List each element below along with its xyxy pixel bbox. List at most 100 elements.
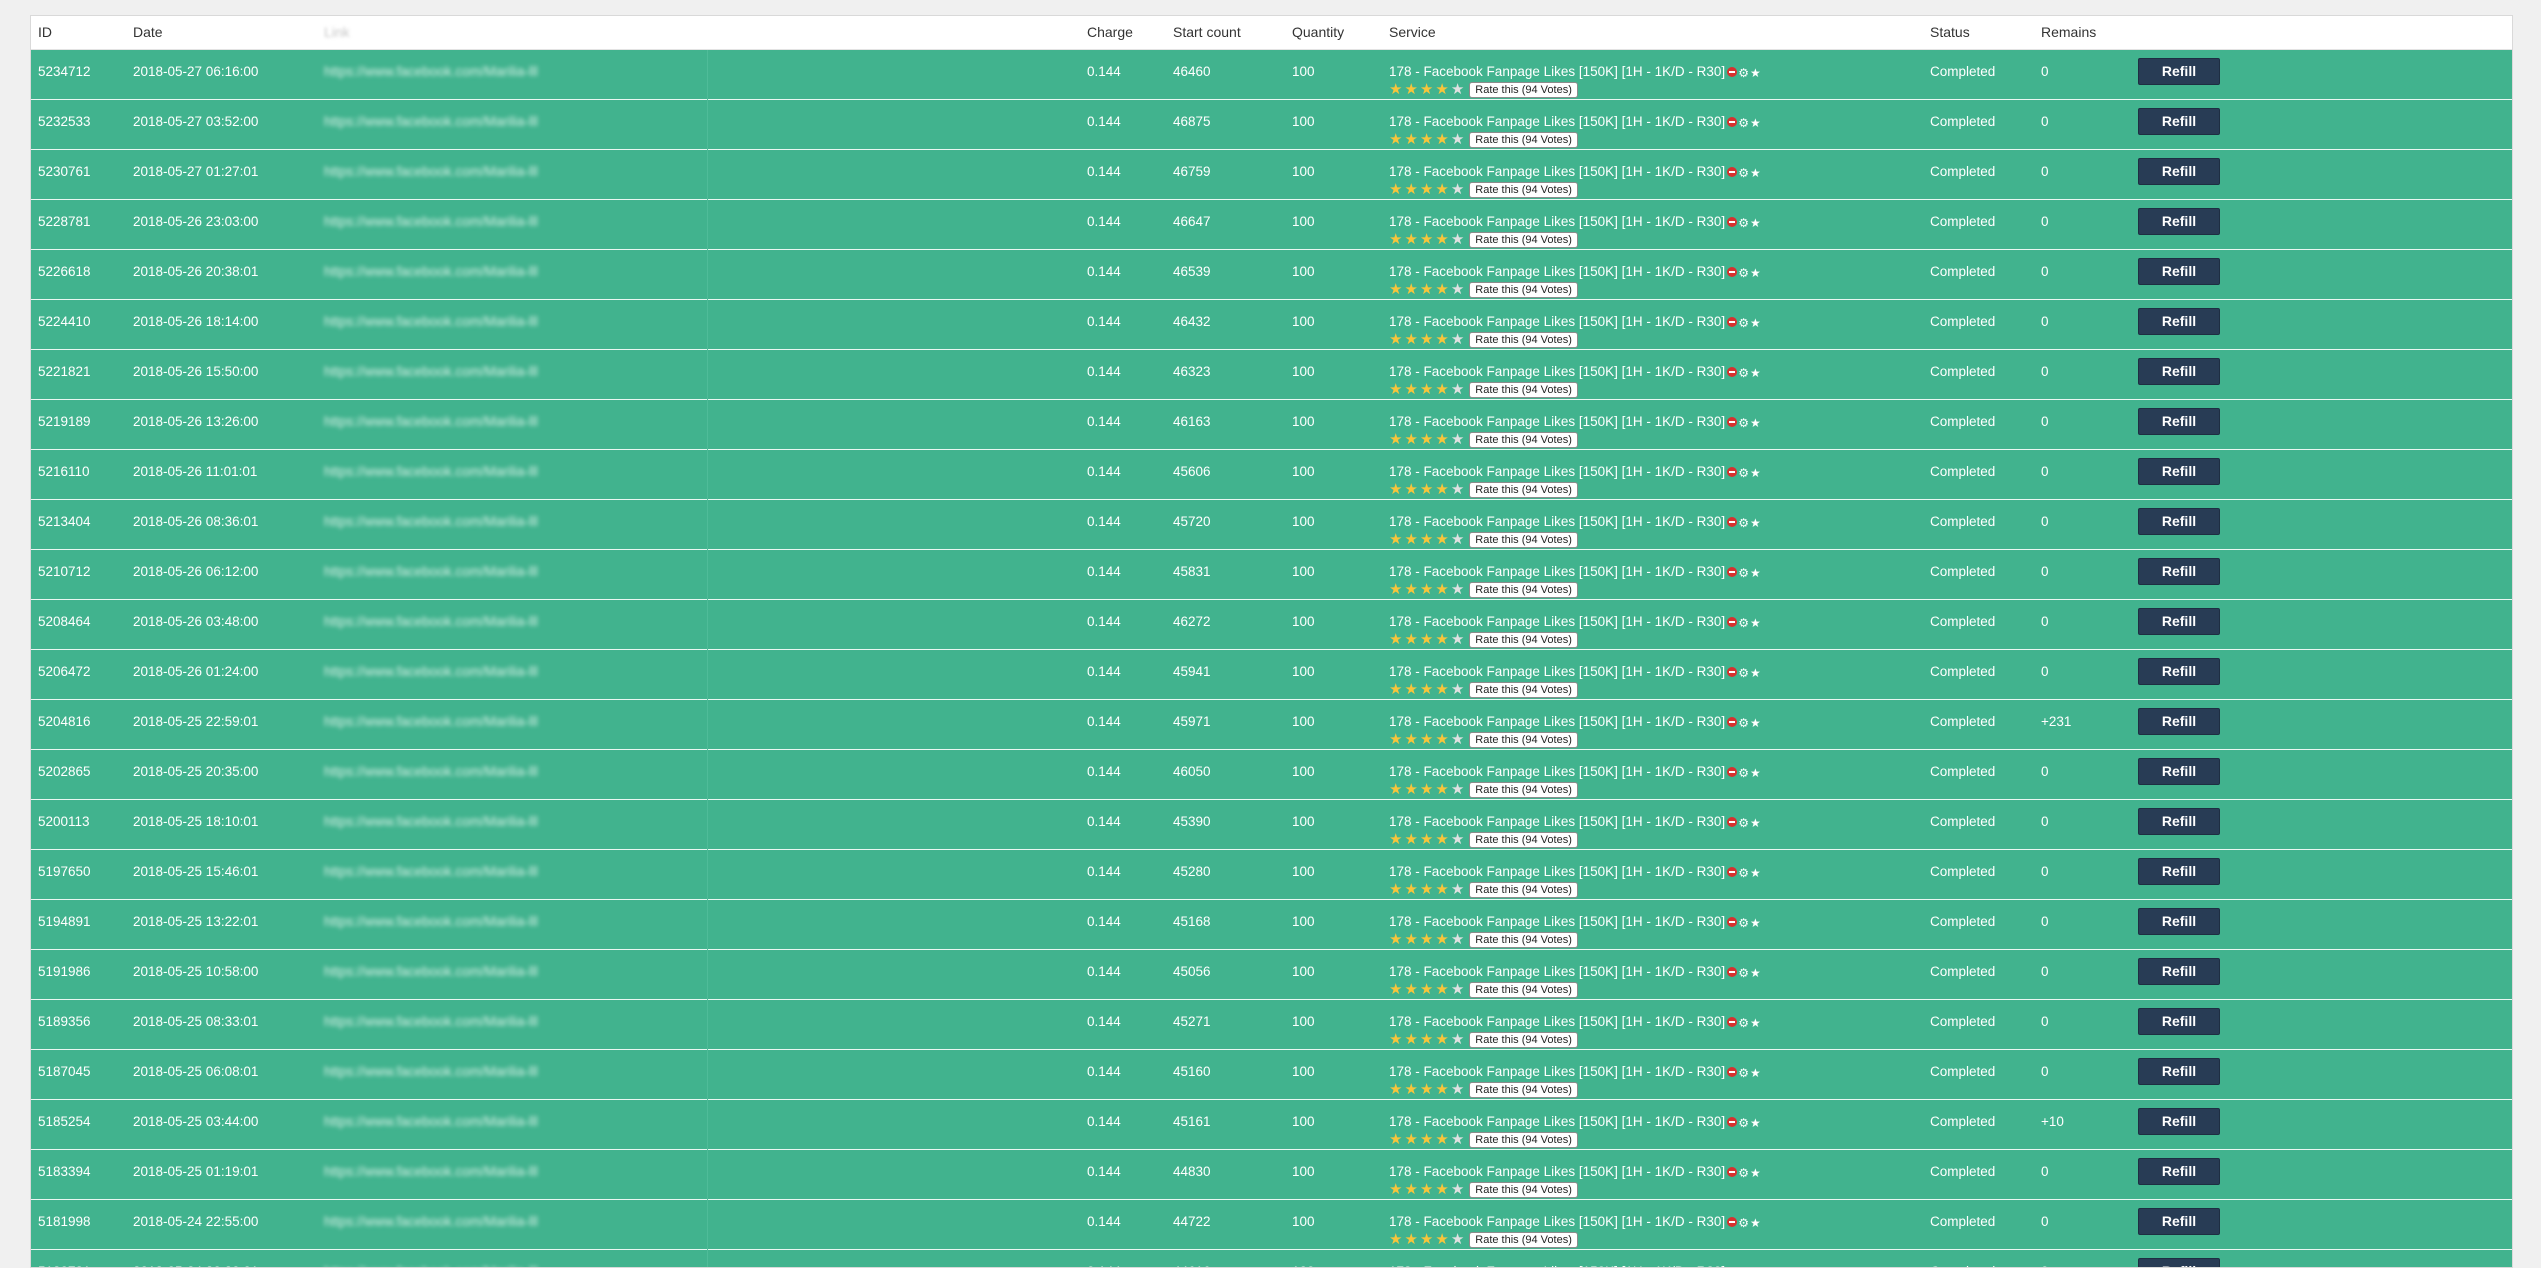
order-link[interactable]: https://www.facebook.com/Marilia-lll [317,199,707,249]
rating-star-icon[interactable]: ★ [1404,483,1417,497]
rating-star-icon[interactable]: ★ [1389,683,1402,697]
rating-star-icon[interactable]: ★ [1420,633,1433,647]
refill-button[interactable]: Refill [2138,58,2220,85]
rating-star-icon[interactable]: ★ [1420,933,1433,947]
rating-star-empty-icon[interactable]: ★ [1451,683,1464,697]
rating-star-icon[interactable]: ★ [1404,783,1417,797]
rate-this-button[interactable]: Rate this (94 Votes) [1469,132,1578,148]
rating-star-icon[interactable]: ★ [1404,983,1417,997]
rating-star-icon[interactable]: ★ [1404,933,1417,947]
rating-star-icon[interactable]: ★ [1435,83,1448,97]
refill-button[interactable]: Refill [2138,308,2220,335]
rating-star-icon[interactable]: ★ [1435,733,1448,747]
rating-star-icon[interactable]: ★ [1420,83,1433,97]
rating-star-icon[interactable]: ★ [1389,583,1402,597]
rating-star-icon[interactable]: ★ [1435,383,1448,397]
rate-this-button[interactable]: Rate this (94 Votes) [1469,682,1578,698]
rate-this-button[interactable]: Rate this (94 Votes) [1469,882,1578,898]
refill-button[interactable]: Refill [2138,958,2220,985]
rate-this-button[interactable]: Rate this (94 Votes) [1469,782,1578,798]
rating-star-icon[interactable]: ★ [1420,783,1433,797]
rating-star-icon[interactable]: ★ [1435,983,1448,997]
rate-this-button[interactable]: Rate this (94 Votes) [1469,582,1578,598]
rating-star-icon[interactable]: ★ [1389,983,1402,997]
rating-star-icon[interactable]: ★ [1435,1083,1448,1097]
rating-star-icon[interactable]: ★ [1404,333,1417,347]
rating-star-empty-icon[interactable]: ★ [1451,383,1464,397]
rating-star-icon[interactable]: ★ [1389,383,1402,397]
order-link[interactable]: https://www.facebook.com/Marilia-lll [317,149,707,199]
rating-star-icon[interactable]: ★ [1435,583,1448,597]
rate-this-button[interactable]: Rate this (94 Votes) [1469,532,1578,548]
refill-button[interactable]: Refill [2138,1258,2220,1268]
rating-star-empty-icon[interactable]: ★ [1451,433,1464,447]
rating-star-icon[interactable]: ★ [1435,783,1448,797]
rate-this-button[interactable]: Rate this (94 Votes) [1469,732,1578,748]
rating-star-icon[interactable]: ★ [1404,433,1417,447]
rating-star-icon[interactable]: ★ [1404,683,1417,697]
rate-this-button[interactable]: Rate this (94 Votes) [1469,832,1578,848]
rating-star-empty-icon[interactable]: ★ [1451,1183,1464,1197]
rating-star-icon[interactable]: ★ [1404,1183,1417,1197]
rating-star-empty-icon[interactable]: ★ [1451,783,1464,797]
rating-star-icon[interactable]: ★ [1404,883,1417,897]
rate-this-button[interactable]: Rate this (94 Votes) [1469,1132,1578,1148]
rating-star-icon[interactable]: ★ [1420,683,1433,697]
rate-this-button[interactable]: Rate this (94 Votes) [1469,332,1578,348]
refill-button[interactable]: Refill [2138,208,2220,235]
order-link[interactable]: https://www.facebook.com/Marilia-lll [317,549,707,599]
rating-star-icon[interactable]: ★ [1389,733,1402,747]
rating-star-icon[interactable]: ★ [1420,1233,1433,1247]
rating-star-icon[interactable]: ★ [1420,283,1433,297]
rating-star-icon[interactable]: ★ [1404,133,1417,147]
rating-star-empty-icon[interactable]: ★ [1451,183,1464,197]
order-link[interactable]: https://www.facebook.com/Marilia-lll [317,599,707,649]
rating-star-icon[interactable]: ★ [1404,1133,1417,1147]
order-link[interactable]: https://www.facebook.com/Marilia-lll [317,299,707,349]
rating-star-icon[interactable]: ★ [1420,883,1433,897]
order-link[interactable]: https://www.facebook.com/Marilia-lll [317,49,707,99]
rating-star-icon[interactable]: ★ [1435,1133,1448,1147]
rating-star-empty-icon[interactable]: ★ [1451,133,1464,147]
rate-this-button[interactable]: Rate this (94 Votes) [1469,1032,1578,1048]
order-link[interactable]: https://www.facebook.com/Marilia-lll [317,749,707,799]
rating-star-icon[interactable]: ★ [1420,483,1433,497]
rating-star-icon[interactable]: ★ [1435,883,1448,897]
refill-button[interactable]: Refill [2138,708,2220,735]
refill-button[interactable]: Refill [2138,108,2220,135]
rating-star-icon[interactable]: ★ [1420,1083,1433,1097]
rating-star-icon[interactable]: ★ [1404,1083,1417,1097]
rate-this-button[interactable]: Rate this (94 Votes) [1469,382,1578,398]
rating-star-icon[interactable]: ★ [1420,833,1433,847]
rate-this-button[interactable]: Rate this (94 Votes) [1469,1232,1578,1248]
rating-star-icon[interactable]: ★ [1435,483,1448,497]
rating-star-icon[interactable]: ★ [1389,1183,1402,1197]
rating-star-icon[interactable]: ★ [1404,1233,1417,1247]
refill-button[interactable]: Refill [2138,408,2220,435]
rate-this-button[interactable]: Rate this (94 Votes) [1469,232,1578,248]
rating-star-icon[interactable]: ★ [1435,833,1448,847]
rating-star-icon[interactable]: ★ [1420,1183,1433,1197]
rating-star-empty-icon[interactable]: ★ [1451,633,1464,647]
rating-star-icon[interactable]: ★ [1389,183,1402,197]
order-link[interactable]: https://www.facebook.com/Marilia-lll [317,1049,707,1099]
rating-star-icon[interactable]: ★ [1435,183,1448,197]
rating-star-icon[interactable]: ★ [1435,1183,1448,1197]
rating-star-icon[interactable]: ★ [1389,883,1402,897]
rating-star-icon[interactable]: ★ [1420,383,1433,397]
rating-star-empty-icon[interactable]: ★ [1451,1033,1464,1047]
rate-this-button[interactable]: Rate this (94 Votes) [1469,1182,1578,1198]
refill-button[interactable]: Refill [2138,808,2220,835]
refill-button[interactable]: Refill [2138,458,2220,485]
rating-star-icon[interactable]: ★ [1389,433,1402,447]
rating-star-empty-icon[interactable]: ★ [1451,233,1464,247]
rating-star-icon[interactable]: ★ [1389,783,1402,797]
refill-button[interactable]: Refill [2138,658,2220,685]
rating-star-icon[interactable]: ★ [1389,1033,1402,1047]
refill-button[interactable]: Refill [2138,758,2220,785]
rate-this-button[interactable]: Rate this (94 Votes) [1469,182,1578,198]
rating-star-icon[interactable]: ★ [1420,433,1433,447]
rating-star-icon[interactable]: ★ [1404,83,1417,97]
rating-star-icon[interactable]: ★ [1389,833,1402,847]
rating-star-icon[interactable]: ★ [1404,533,1417,547]
